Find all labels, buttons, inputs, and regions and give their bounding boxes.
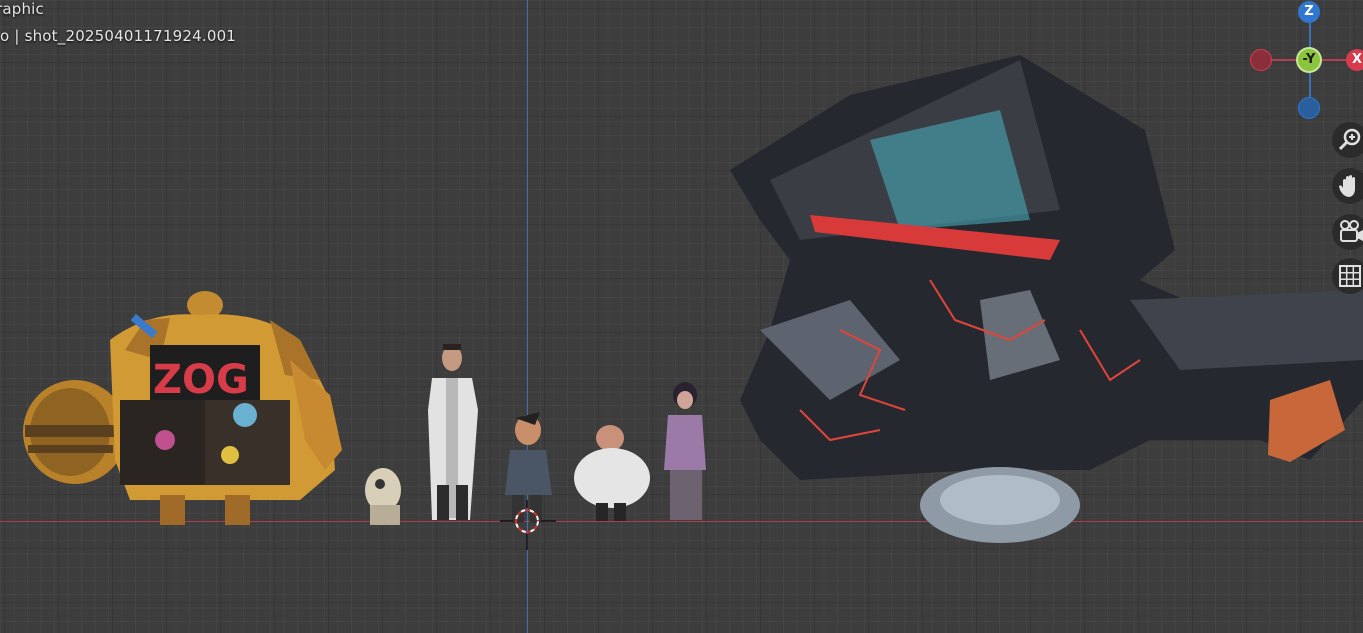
grid-icon[interactable] <box>1332 258 1363 294</box>
girl-character-model[interactable] <box>664 382 706 520</box>
kid-character-model[interactable] <box>505 412 552 523</box>
gizmo-neg-x-axis[interactable] <box>1250 49 1272 71</box>
camera-icon[interactable] <box>1332 214 1363 250</box>
scene-objects[interactable]: ZOG <box>0 0 1363 633</box>
view-title: raphic <box>0 0 45 18</box>
zoom-icon[interactable] <box>1332 122 1363 158</box>
zog-robot-model[interactable]: ZOG <box>23 291 342 525</box>
gizmo-x-axis[interactable]: X <box>1346 49 1363 71</box>
3d-viewport[interactable]: ZOG raphic o | shot_20250401171924.001 Z… <box>0 0 1363 633</box>
svg-text:ZOG: ZOG <box>153 357 249 403</box>
gizmo-z-axis[interactable]: Z <box>1298 1 1320 23</box>
scientist-tall-model[interactable] <box>428 344 478 520</box>
chubby-scientist-model[interactable] <box>574 425 650 521</box>
3d-cursor[interactable] <box>500 500 556 550</box>
gizmo-neg-z-axis[interactable] <box>1298 97 1320 119</box>
droid-model[interactable] <box>365 468 401 525</box>
spaceship-model[interactable] <box>730 55 1363 543</box>
view-object-info: o | shot_20250401171924.001 <box>0 27 237 45</box>
gizmo-neg-y-axis[interactable]: -Y <box>1298 49 1320 71</box>
hand-icon[interactable] <box>1332 168 1363 204</box>
